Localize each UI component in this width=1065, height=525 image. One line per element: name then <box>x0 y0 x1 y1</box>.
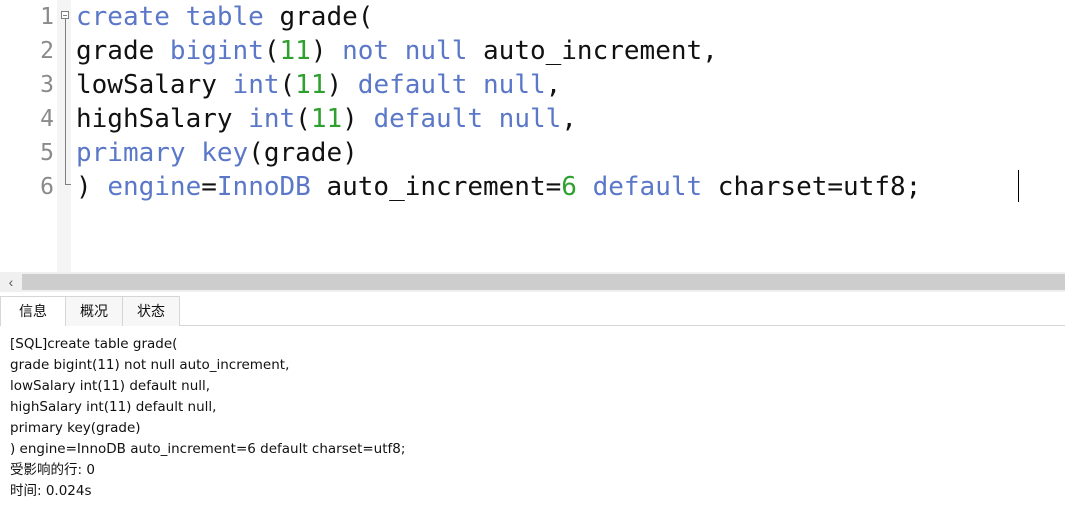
code-token: ( <box>279 70 296 100</box>
code-line: ) engine=InnoDB auto_increment=6 default… <box>76 170 921 204</box>
result-tabs: 信息 概况 状态 <box>0 296 1065 327</box>
tab-label: 信息 <box>19 304 47 320</box>
line-number: 4 <box>40 106 54 132</box>
tab-info[interactable]: 信息 <box>0 296 66 327</box>
message-line: [SQL]create table grade( <box>10 336 178 352</box>
fold-guide <box>60 34 70 68</box>
code-token: default <box>592 172 703 202</box>
fold-end-icon <box>60 170 71 204</box>
line-number: 5 <box>40 140 54 166</box>
code-token: 11 <box>310 104 343 134</box>
message-line: highSalary int(11) default null, <box>10 399 217 415</box>
fold-guide <box>60 68 70 102</box>
tab-label: 状态 <box>137 304 165 320</box>
code-line: create table grade( <box>76 0 373 34</box>
line-number: 1 <box>40 4 54 30</box>
code-token: ) <box>310 36 343 66</box>
code-token: ( <box>295 104 311 134</box>
editor-line[interactable]: 1 create table grade( <box>0 0 1065 34</box>
message-line: primary key(grade) <box>10 420 141 436</box>
tab-status[interactable]: 状态 <box>122 296 180 326</box>
editor-line[interactable]: 3 lowSalary int(11) default null, <box>0 68 1065 102</box>
code-line: lowSalary int(11) default null, <box>76 68 561 102</box>
editor-line[interactable]: 6 ) engine=InnoDB auto_increment=6 defau… <box>0 170 1065 204</box>
text-caret <box>1018 170 1019 202</box>
line-number: 2 <box>40 38 54 64</box>
code-token: default null <box>373 104 562 134</box>
editor-line[interactable]: 4 highSalary int(11) default null, <box>0 102 1065 136</box>
code-token: ) <box>326 70 358 100</box>
code-token: highSalary <box>76 104 249 134</box>
tab-overview[interactable]: 概况 <box>65 296 123 326</box>
fold-guide <box>60 136 70 170</box>
code-token: lowSalary <box>76 70 233 100</box>
message-line: grade bigint(11) not null auto_increment… <box>10 357 290 373</box>
code-token: (grade) <box>248 138 358 168</box>
message-line: lowSalary int(11) default null, <box>10 378 211 394</box>
code-token: = <box>201 172 217 202</box>
code-token: engine <box>107 172 202 202</box>
code-line: primary key(grade) <box>76 136 358 170</box>
execution-time: 时间: 0.024s <box>10 483 92 499</box>
message-line: ) engine=InnoDB auto_increment=6 default… <box>10 441 406 457</box>
code-token: primary key <box>76 138 249 168</box>
code-token: ) <box>76 172 108 202</box>
code-token: auto_increment, <box>467 36 718 66</box>
code-token: auto_increment= <box>310 172 562 202</box>
code-token: 11 <box>295 70 327 100</box>
horizontal-scrollbar[interactable]: ‹ <box>0 272 1065 292</box>
code-token: InnoDB <box>216 172 311 202</box>
affected-rows: 受影响的行: 0 <box>10 462 95 478</box>
code-token: , <box>545 70 562 100</box>
scrollbar-thumb[interactable] <box>22 274 1065 290</box>
fold-toggle-icon[interactable] <box>60 0 70 34</box>
code-token: grade <box>76 36 170 66</box>
tab-label: 概况 <box>80 304 108 320</box>
editor-line[interactable]: 5 primary key(grade) <box>0 136 1065 170</box>
fold-guide <box>60 102 70 136</box>
message-panel[interactable]: [SQL]create table grade( grade bigint(11… <box>0 326 1065 525</box>
code-token: ( <box>263 36 280 66</box>
code-token: 6 <box>561 172 577 202</box>
code-line: highSalary int(11) default null, <box>76 102 577 136</box>
line-number: 6 <box>40 174 54 200</box>
code-token: default null <box>357 70 546 100</box>
code-token: bigint <box>169 36 264 66</box>
code-token: charset=utf8; <box>702 172 922 202</box>
code-token: 11 <box>279 36 311 66</box>
code-token: grade( <box>263 2 374 32</box>
code-token: not null <box>342 36 468 66</box>
code-token: ) <box>342 104 374 134</box>
code-token: , <box>561 104 577 134</box>
scroll-left-arrow-icon[interactable]: ‹ <box>3 272 19 292</box>
code-line: grade bigint(11) not null auto_increment… <box>76 34 718 68</box>
editor-line[interactable]: 2 grade bigint(11) not null auto_increme… <box>0 34 1065 68</box>
code-token: int <box>248 104 296 134</box>
code-token: int <box>232 70 280 100</box>
line-number: 3 <box>40 72 54 98</box>
sql-editor[interactable]: 1 create table grade( 2 grade bigint(11)… <box>0 0 1065 272</box>
code-token: create table <box>76 2 264 32</box>
